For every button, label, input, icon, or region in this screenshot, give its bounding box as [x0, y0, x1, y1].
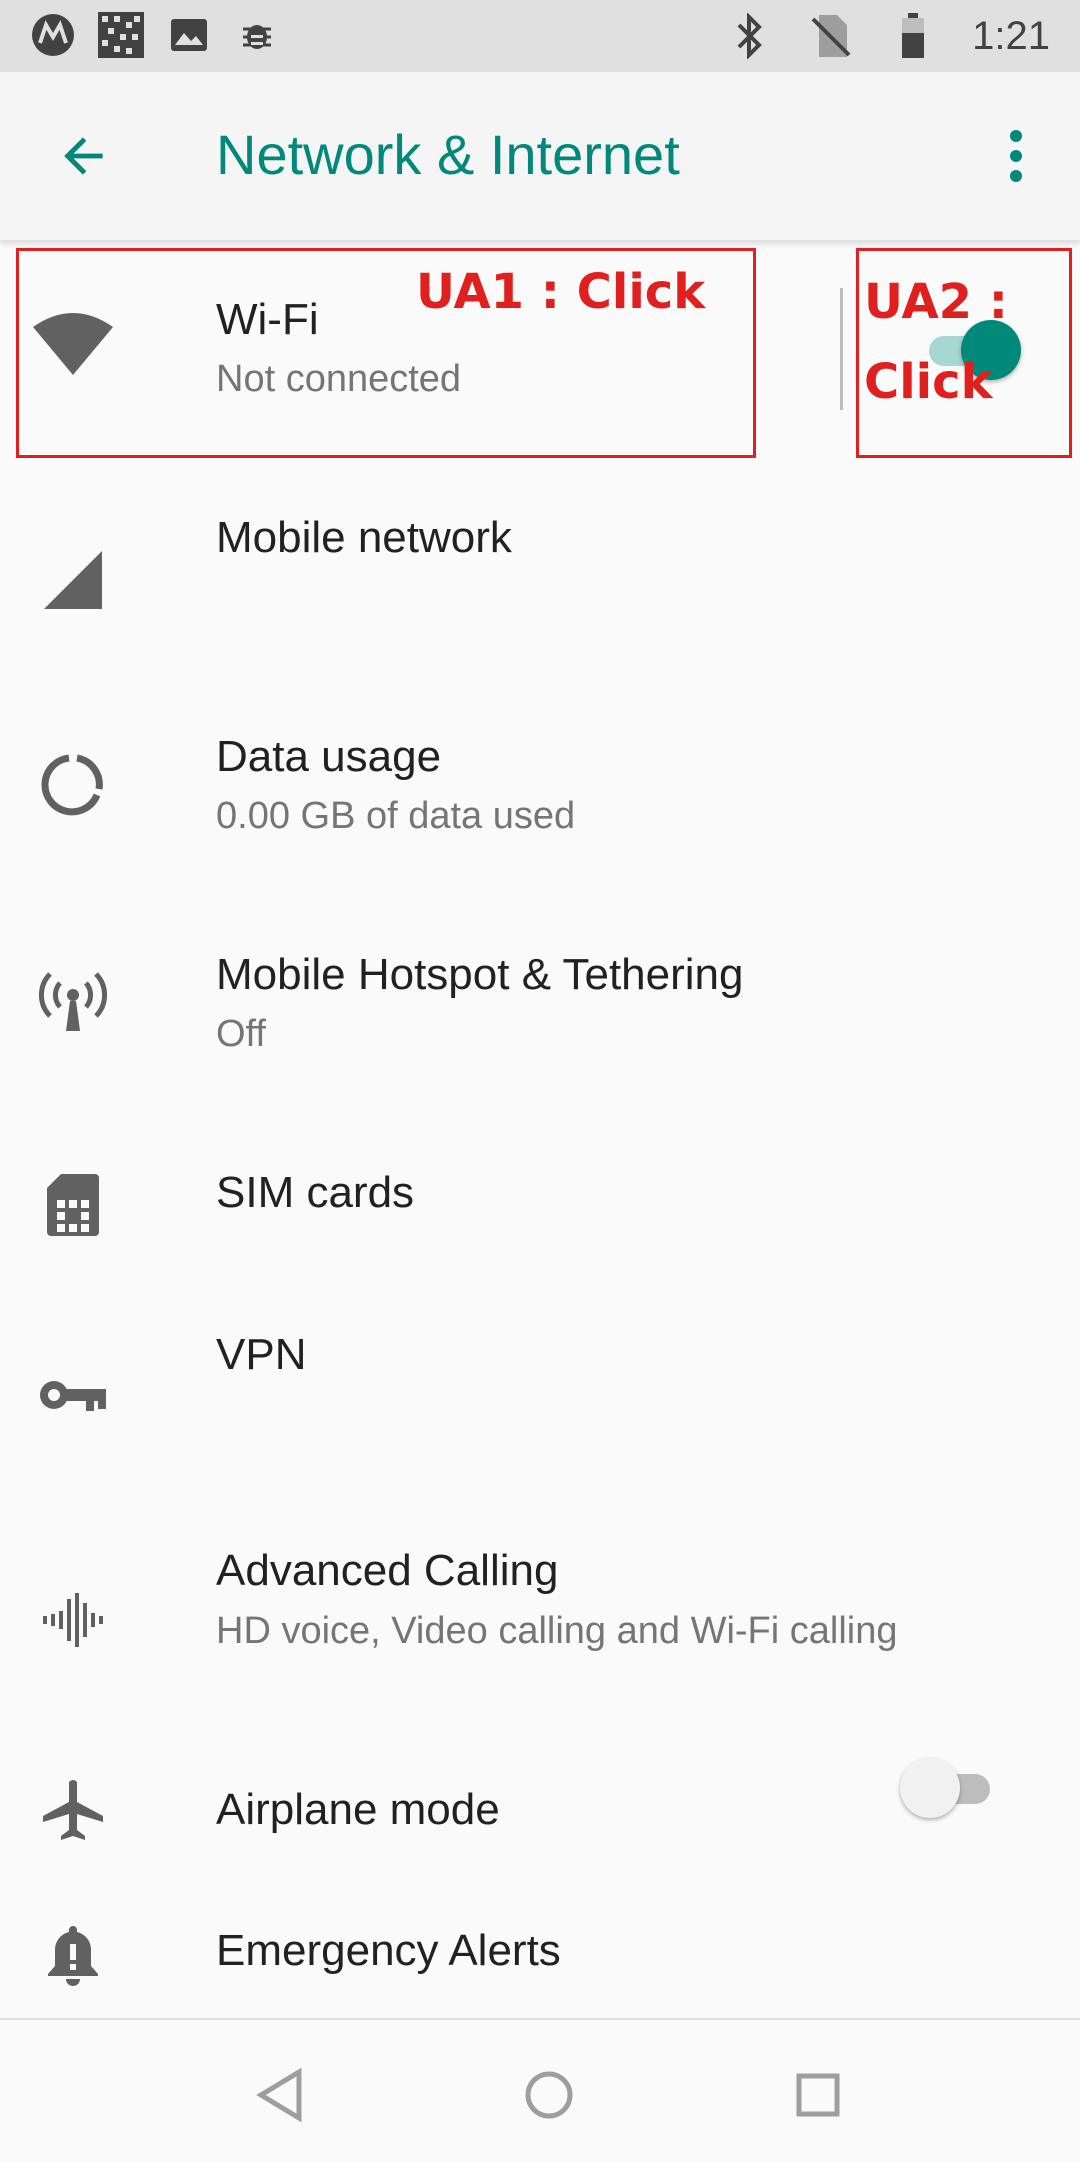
vpn-title: VPN: [216, 1330, 307, 1379]
qr-icon: [98, 12, 144, 58]
nav-recents-button[interactable]: [783, 2060, 853, 2130]
no-sim-icon: [808, 13, 854, 59]
motorola-icon: [30, 12, 76, 58]
ua1-annotation-label: UA1 : Click: [416, 264, 706, 320]
list-item-advanced-calling[interactable]: Advanced Calling HD voice, Video calling…: [0, 1530, 1080, 1730]
nav-back-button[interactable]: [245, 2060, 315, 2130]
image-icon: [166, 12, 212, 58]
home-nav-icon: [525, 2071, 573, 2119]
recents-nav-icon: [796, 2073, 840, 2117]
sim-card-icon: [28, 1160, 118, 1250]
advanced-calling-title: Advanced Calling: [216, 1546, 559, 1595]
clock: 1:21: [972, 13, 1050, 58]
mobile-network-title: Mobile network: [216, 513, 512, 562]
data-usage-icon: [28, 740, 118, 830]
more-vert-icon: [1010, 130, 1022, 182]
sim-cards-title: SIM cards: [216, 1168, 415, 1217]
signal-icon: [28, 535, 118, 625]
nav-home-button[interactable]: [514, 2060, 584, 2130]
page-title: Network & Internet: [216, 123, 680, 186]
advanced-calling-subtitle: HD voice, Video calling and Wi-Fi callin…: [216, 1610, 898, 1652]
arrow-back-icon: [64, 137, 103, 175]
airplane-mode-toggle[interactable]: [900, 1758, 996, 1818]
app-bar: Network & Internet: [0, 72, 1080, 240]
airplane-toggle-thumb: [900, 1758, 960, 1818]
airplane-icon: [28, 1765, 118, 1855]
ua2-annotation-label-1: UA2 :: [864, 274, 1008, 330]
emergency-alerts-title: Emergency Alerts: [216, 1926, 561, 1975]
data-usage-title: Data usage: [216, 732, 442, 781]
data-usage-subtitle: 0.00 GB of data used: [216, 795, 576, 837]
wifi-divider: [840, 288, 843, 410]
navigation-bar: [0, 2018, 1080, 2162]
list-item-vpn[interactable]: VPN: [0, 1310, 1080, 1490]
list-item-hotspot[interactable]: Mobile Hotspot & Tethering Off: [0, 910, 1080, 1110]
voice-wave-icon: [28, 1575, 118, 1665]
alert-bell-icon: [28, 1910, 118, 2000]
list-item-data-usage[interactable]: Data usage 0.00 GB of data used: [0, 690, 1080, 890]
bluetooth-icon: [726, 13, 772, 59]
status-bar: 1:21: [0, 0, 1080, 72]
back-nav-icon: [256, 2068, 302, 2122]
list-item-sim-cards[interactable]: SIM cards: [0, 1130, 1080, 1310]
back-button[interactable]: [44, 116, 124, 196]
list-item-emergency-alerts[interactable]: Emergency Alerts: [0, 1900, 1080, 2018]
hotspot-subtitle: Off: [216, 1013, 266, 1055]
airplane-mode-title: Airplane mode: [216, 1785, 500, 1834]
overflow-menu-button[interactable]: [976, 116, 1056, 196]
hotspot-title: Mobile Hotspot & Tethering: [216, 950, 744, 999]
vpn-key-icon: [28, 1350, 118, 1440]
ua2-annotation-label-2: Click: [864, 354, 993, 410]
hotspot-icon: [28, 955, 118, 1045]
list-item-mobile-network[interactable]: Mobile network: [0, 470, 1080, 670]
battery-icon: [890, 13, 936, 59]
bug-icon: [234, 12, 280, 58]
